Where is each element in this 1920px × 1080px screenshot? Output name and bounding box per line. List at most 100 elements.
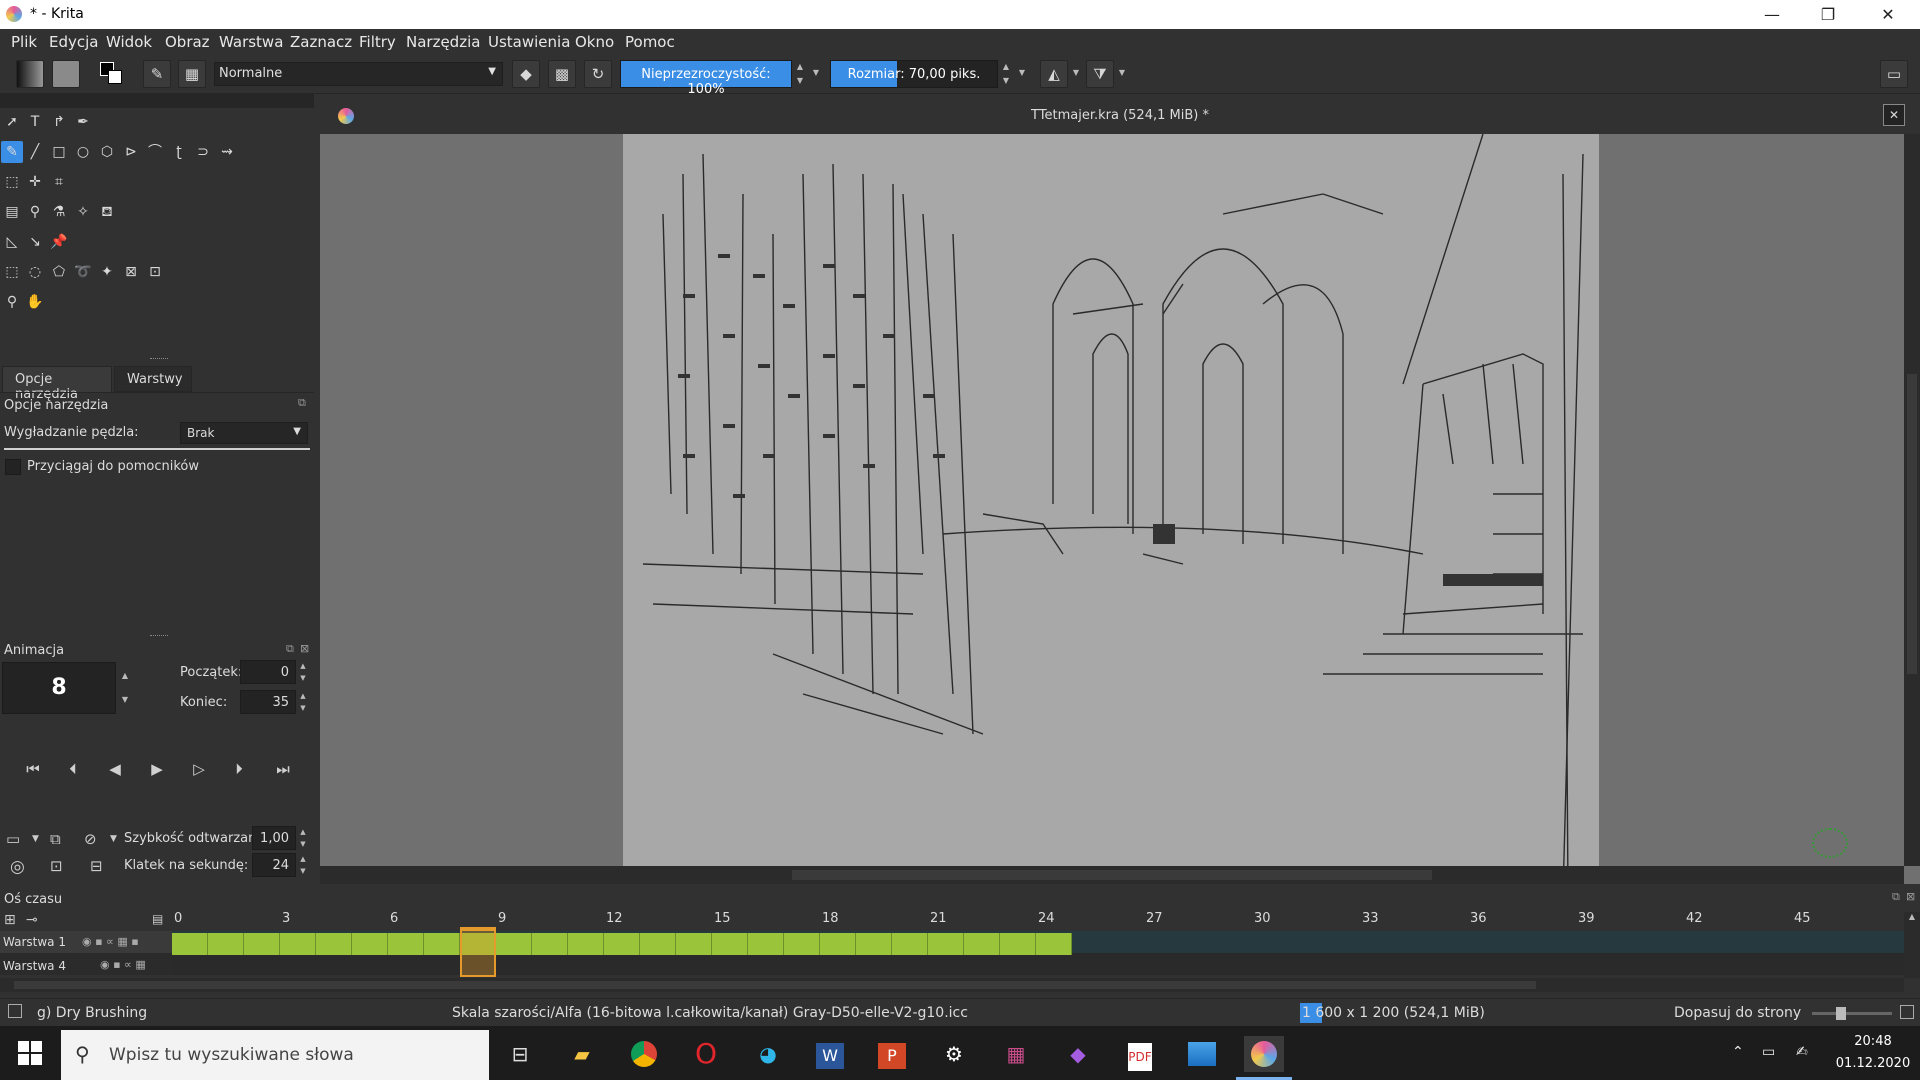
- menu-obraz[interactable]: Obraz: [165, 33, 210, 51]
- keyframe-cell[interactable]: [712, 933, 748, 955]
- menu-pomoc[interactable]: Pomoc: [625, 33, 675, 51]
- elliptical-selection-tool-icon[interactable]: ◌: [24, 261, 46, 283]
- keyframe-cell[interactable]: [892, 933, 928, 955]
- zoom-slider-thumb[interactable]: [1836, 1007, 1846, 1020]
- horizontal-scrollbar-thumb[interactable]: [792, 870, 1432, 880]
- layer-name[interactable]: Warstwa 4: [3, 959, 66, 973]
- taskbar-search-box[interactable]: ⚲ Wpisz tu wyszukiwane słowa: [61, 1030, 489, 1080]
- edit-shapes-tool-icon[interactable]: ↱: [48, 111, 70, 133]
- end-frame-field[interactable]: 35: [240, 690, 296, 714]
- pin-icon[interactable]: ⊸: [26, 912, 38, 928]
- fps-spinner[interactable]: ▲ ▼: [297, 853, 309, 877]
- opacity-slider[interactable]: Nieprzezroczystość: 100%: [620, 60, 792, 97]
- horizontal-scrollbar[interactable]: [320, 866, 1904, 884]
- playback-speed-field[interactable]: 1,00: [252, 826, 296, 850]
- keyframe-cell[interactable]: [820, 933, 856, 955]
- previous-keyframe-button[interactable]: ⏴: [60, 760, 86, 782]
- close-document-button[interactable]: ✕: [1883, 104, 1905, 126]
- measure-tool-icon[interactable]: ↘: [24, 231, 46, 253]
- zoom-mode[interactable]: Dopasuj do strony: [1674, 1005, 1801, 1021]
- polyline-tool-icon[interactable]: ⊳: [120, 141, 142, 163]
- ellipse-tool-icon[interactable]: ○: [72, 141, 94, 163]
- size-slider[interactable]: Rozmiar: 70,00 piks.: [830, 60, 998, 88]
- remove-frame-icon[interactable]: ⊘: [84, 830, 97, 848]
- close-docker-icon[interactable]: ⊠: [1906, 890, 1915, 903]
- menu-filtry[interactable]: Filtry: [359, 33, 396, 51]
- polygonal-selection-tool-icon[interactable]: ⬠: [48, 261, 70, 283]
- float-docker-icon[interactable]: ⧉: [298, 396, 306, 410]
- word-icon[interactable]: W: [810, 1036, 850, 1072]
- keyframe-cell[interactable]: [280, 933, 316, 955]
- freehand-path-tool-icon[interactable]: ʈ: [168, 141, 190, 163]
- float-docker-icon[interactable]: ⧉: [1892, 890, 1900, 904]
- zoom-slider[interactable]: [1812, 1007, 1892, 1020]
- powerpoint-icon[interactable]: P: [872, 1036, 912, 1072]
- colorize-mask-tool-icon[interactable]: ⚗: [48, 201, 70, 223]
- tab-tool-options[interactable]: Opcje narzędzia: [2, 366, 112, 402]
- winrar-icon[interactable]: ▦: [996, 1036, 1036, 1072]
- line-tool-icon[interactable]: ╱: [24, 141, 46, 163]
- keyframe-cell[interactable]: [1036, 933, 1072, 955]
- opacity-dropdown-icon[interactable]: ▼: [810, 66, 822, 94]
- playback-speed-spinner[interactable]: ▲ ▼: [297, 826, 309, 850]
- keyframe-cell[interactable]: [244, 933, 280, 955]
- fit-to-page-icon[interactable]: [1900, 1005, 1914, 1019]
- assistant-tool-icon[interactable]: ◺: [1, 231, 23, 253]
- mirror-v-dropdown-icon[interactable]: ▼: [1116, 66, 1128, 94]
- tray-expand-icon[interactable]: ⌃: [1732, 1044, 1744, 1060]
- opera-icon[interactable]: O: [686, 1036, 726, 1072]
- size-spinner[interactable]: ▲ ▼: [1000, 60, 1012, 88]
- timeline-hscrollbar-thumb[interactable]: [14, 981, 1536, 989]
- timeline-vscrollbar[interactable]: ▲: [1904, 912, 1920, 978]
- first-frame-button[interactable]: ⏮: [20, 760, 46, 782]
- smart-patch-tool-icon[interactable]: ✧: [72, 201, 94, 223]
- calligraphy-tool-icon[interactable]: ✒: [72, 111, 94, 133]
- add-frame-icon[interactable]: ▭: [6, 830, 20, 848]
- bezier-tool-icon[interactable]: ⌒: [144, 141, 166, 163]
- keyframe-cell[interactable]: [352, 933, 388, 955]
- keyframe-cell[interactable]: [640, 933, 676, 955]
- start-frame-spinner[interactable]: ▲ ▼: [297, 660, 309, 684]
- move-tool-icon[interactable]: ✛: [24, 171, 46, 193]
- menu-narzedzia[interactable]: Narzędzia: [406, 33, 480, 51]
- workspace-button[interactable]: ▭: [1880, 60, 1908, 88]
- settings-gear-icon[interactable]: ⚙: [934, 1036, 974, 1072]
- keyframe-cell[interactable]: [676, 933, 712, 955]
- next-frame-button[interactable]: ▷: [186, 760, 212, 782]
- task-view-icon[interactable]: ⊟: [500, 1036, 540, 1072]
- freehand-selection-tool-icon[interactable]: ➰: [72, 261, 94, 283]
- blend-mode-select[interactable]: Normalne ▼: [214, 62, 503, 86]
- gradient-tool-icon[interactable]: ▤: [1, 201, 23, 223]
- drawing-canvas[interactable]: [623, 133, 1599, 895]
- play-button[interactable]: ▶: [144, 760, 170, 782]
- timeline-hscrollbar[interactable]: [0, 978, 1904, 992]
- timeline-settings-icon[interactable]: ▤: [152, 912, 163, 926]
- vertical-scrollbar[interactable]: [1904, 134, 1920, 866]
- brush-editor-button[interactable]: ▦: [178, 60, 206, 88]
- layer-4-frames-track[interactable]: [172, 953, 1904, 975]
- menu-warstwa[interactable]: Warstwa: [219, 33, 283, 51]
- similar-selection-tool-icon[interactable]: ⊠: [120, 261, 142, 283]
- vertical-scrollbar-thumb[interactable]: [1907, 374, 1917, 674]
- freehand-brush-tool-icon[interactable]: ✎: [1, 141, 23, 163]
- keyframe-cell[interactable]: [748, 933, 784, 955]
- edge-icon[interactable]: ◕: [748, 1036, 788, 1072]
- tab-layers[interactable]: Warstwy: [114, 366, 192, 392]
- crop-tool-icon[interactable]: ⌗: [48, 171, 70, 193]
- clock-time[interactable]: 20:48: [1838, 1034, 1908, 1049]
- keyframe-cell[interactable]: [208, 933, 244, 955]
- mirror-h-dropdown-icon[interactable]: ▼: [1070, 66, 1082, 94]
- dock-splitter[interactable]: [150, 635, 168, 637]
- previous-frame-button[interactable]: ◀: [102, 760, 128, 782]
- close-button[interactable]: ✕: [1860, 0, 1916, 29]
- last-frame-button[interactable]: ⏭: [270, 760, 296, 782]
- keyframe-cell[interactable]: [928, 933, 964, 955]
- visibility-eye-icon[interactable]: ◉ ▪ ∝ ▦: [100, 958, 146, 971]
- current-frame-field[interactable]: 8: [2, 662, 116, 714]
- pdf-reader-icon[interactable]: PDF: [1120, 1036, 1160, 1072]
- file-explorer-icon[interactable]: ▰: [562, 1036, 602, 1072]
- smoothing-select[interactable]: Brak ▼: [180, 422, 308, 444]
- fg-bg-color-button[interactable]: [98, 60, 126, 88]
- next-keyframe-button[interactable]: ⏵: [226, 760, 252, 782]
- visibility-eye-icon[interactable]: ◉ ▪ ∝ ▦ ▪: [82, 935, 139, 948]
